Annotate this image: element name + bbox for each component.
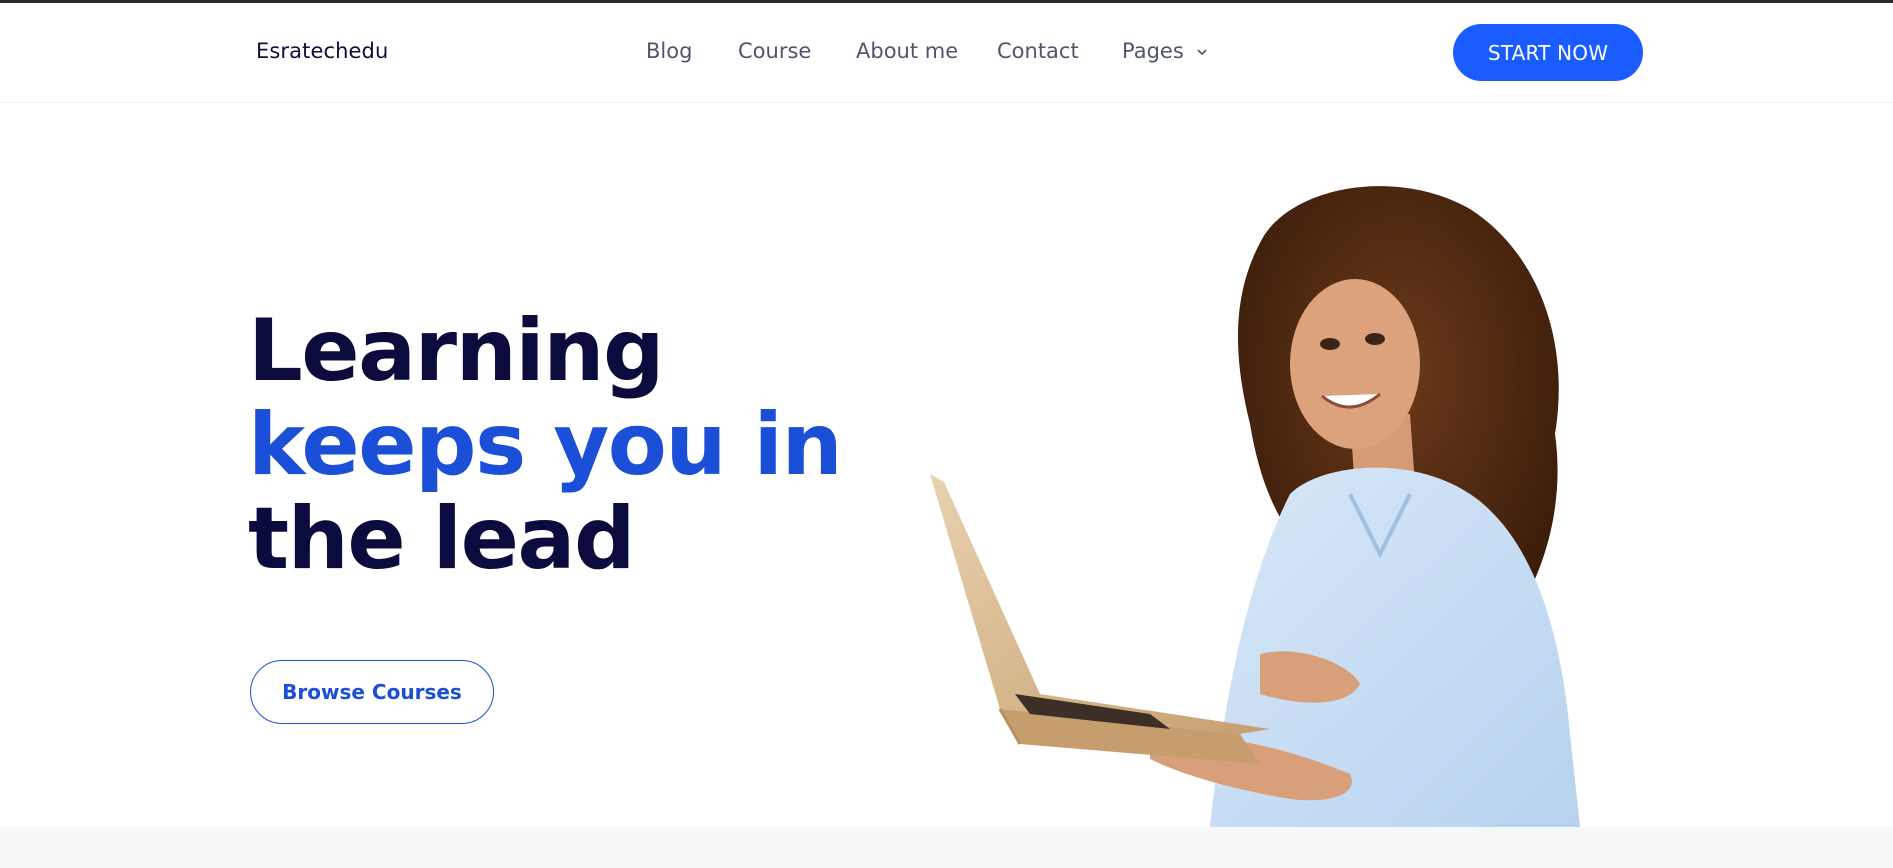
hero-section: Learning keeps you in the lead Browse Co… (0, 104, 1893, 827)
chevron-down-icon (1198, 49, 1207, 55)
hero-image-woman-with-laptop (930, 186, 1580, 827)
start-now-button[interactable]: START NOW (1453, 24, 1643, 81)
site-logo[interactable]: Esratechedu (256, 39, 388, 63)
site-header: Esratechedu Blog Course About me Contact… (0, 3, 1893, 103)
footer-strip (0, 827, 1893, 868)
nav-item-about[interactable]: About me (856, 39, 958, 63)
nav-item-contact[interactable]: Contact (997, 39, 1079, 63)
browse-courses-button[interactable]: Browse Courses (250, 660, 494, 724)
headline-line-3: the lead (248, 489, 636, 589)
hero-headline: Learning keeps you in the lead (248, 301, 843, 589)
nav-item-pages-label: Pages (1122, 39, 1184, 63)
nav-item-course[interactable]: Course (738, 39, 811, 63)
nav-item-pages[interactable]: Pages (1122, 39, 1208, 63)
headline-line-2: keeps you in (248, 395, 843, 495)
headline-line-1: Learning (248, 301, 665, 401)
nav-item-blog[interactable]: Blog (646, 39, 692, 63)
